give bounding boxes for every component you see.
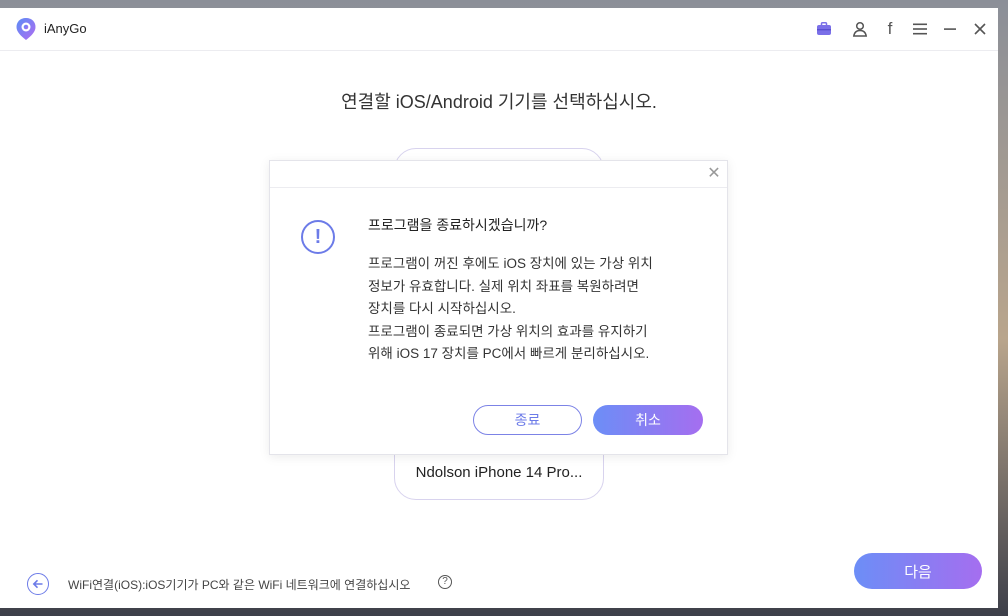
dialog-header: ✕ bbox=[270, 161, 727, 188]
dialog-message: 프로그램이 꺼진 후에도 iOS 장치에 있는 가상 위치 정보가 유효합니다.… bbox=[368, 253, 708, 366]
cancel-button[interactable]: 취소 bbox=[593, 405, 703, 435]
dialog-message-line: 프로그램이 꺼진 후에도 iOS 장치에 있는 가상 위치 bbox=[368, 256, 653, 271]
exclamation-icon: ! bbox=[301, 220, 335, 254]
dialog-title: 프로그램을 종료하시겠습니까? bbox=[368, 217, 548, 233]
dialog-message-line: 정보가 유효합니다. 실제 위치 좌표를 복원하려면 bbox=[368, 278, 639, 294]
dialog-message-line: 장치를 다시 시작하십시오. bbox=[368, 301, 516, 316]
dialog-close-icon[interactable]: ✕ bbox=[706, 166, 722, 182]
exit-confirm-dialog: ✕ ! 프로그램을 종료하시겠습니까? 프로그램이 꺼진 후에도 iOS 장치에… bbox=[269, 160, 728, 455]
dialog-message-line: 프로그램이 종료되면 가상 위치의 효과를 유지하기 bbox=[368, 323, 648, 339]
quit-button[interactable]: 종료 bbox=[473, 405, 582, 435]
dialog-message-line: 위해 iOS 17 장치를 PC에서 빠르게 분리하십시오. bbox=[368, 346, 650, 361]
